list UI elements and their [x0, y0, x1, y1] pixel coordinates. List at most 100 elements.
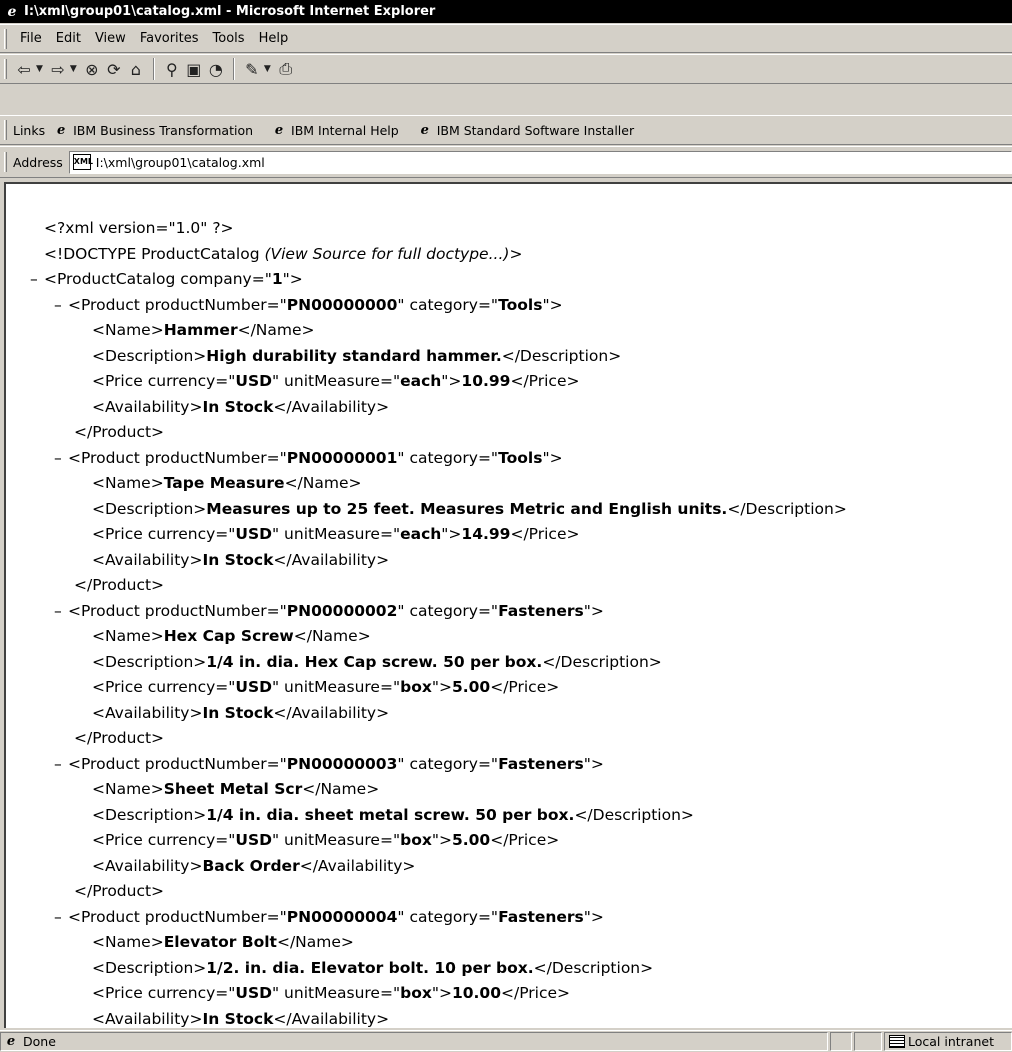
- menu-edit[interactable]: Edit: [49, 31, 88, 46]
- xml-product-close: </Product>: [30, 726, 847, 752]
- xml-name: <Name>Hex Cap Screw</Name>: [30, 624, 847, 650]
- addressbar-grip[interactable]: [4, 152, 7, 172]
- refresh-icon[interactable]: ⟳: [103, 58, 125, 80]
- xml-description: <Description>1/2. in. dia. Elevator bolt…: [30, 956, 847, 982]
- xml-markup: </Availability>: [273, 703, 390, 722]
- history-icon[interactable]: ◔: [205, 58, 227, 80]
- xml-markup: <Price currency=": [92, 372, 236, 390]
- collapse-toggle[interactable]: –: [54, 293, 68, 319]
- menu-help[interactable]: Help: [252, 31, 296, 46]
- print-icon[interactable]: ⎙: [275, 58, 297, 80]
- menu-bar: File Edit View Favorites Tools Help: [0, 24, 1012, 53]
- collapse-toggle[interactable]: –: [54, 752, 68, 778]
- xml-markup: </Description>: [501, 346, 622, 365]
- xml-value: Elevator Bolt: [163, 933, 277, 951]
- xml-price: <Price currency="USD" unitMeasure="each"…: [30, 369, 847, 395]
- stop-icon[interactable]: ⊗: [81, 58, 103, 80]
- status-pane: [854, 1032, 882, 1051]
- xml-markup: <Product productNumber=": [68, 448, 287, 467]
- menubar-grip[interactable]: [4, 28, 7, 49]
- collapse-toggle[interactable]: –: [30, 267, 44, 293]
- xml-markup: ">: [542, 295, 563, 314]
- xml-markup: " unitMeasure=": [272, 831, 401, 849]
- link-ibm-business-transformation[interactable]: e IBM Business Transformation: [53, 122, 253, 138]
- xml-availability: <Availability>In Stock</Availability>: [30, 548, 847, 574]
- zone-label: Local intranet: [908, 1034, 994, 1049]
- xml-markup: <Product productNumber=": [68, 754, 287, 773]
- xml-value: Sheet Metal Scr: [163, 780, 303, 798]
- xml-availability: <Availability>In Stock</Availability>: [30, 701, 847, 727]
- xml-markup: <Availability>: [92, 703, 203, 722]
- address-input[interactable]: XML I:\xml\group01\catalog.xml: [68, 150, 1012, 174]
- xml-markup: </Description>: [533, 958, 654, 977]
- edit-icon[interactable]: ✎: [241, 58, 263, 80]
- xml-markup: <Price currency=": [92, 831, 236, 849]
- xml-markup: ">: [431, 678, 452, 696]
- document-view[interactable]: <?xml version="1.0" ?> <!DOCTYPE Product…: [4, 182, 1012, 1028]
- xml-catalog-open: – <ProductCatalog company="1">: [30, 267, 847, 293]
- xml-value: box: [400, 678, 432, 696]
- xml-markup: </Product>: [74, 423, 165, 441]
- home-icon[interactable]: ⌂: [125, 58, 147, 80]
- xml-product-open: – <Product productNumber="PN00000000" cat…: [30, 293, 847, 319]
- xml-value: 14.99: [461, 525, 511, 543]
- link-ibm-standard-software-installer[interactable]: e IBM Standard Software Installer: [417, 122, 635, 138]
- back-dropdown-icon[interactable]: ▼: [36, 64, 43, 74]
- collapse-toggle[interactable]: –: [54, 599, 68, 625]
- xml-value: USD: [235, 372, 272, 390]
- xml-price: <Price currency="USD" unitMeasure="box">…: [30, 981, 847, 1007]
- collapse-toggle[interactable]: –: [54, 446, 68, 472]
- menu-file[interactable]: File: [13, 31, 49, 46]
- xml-value: Fasteners: [498, 754, 584, 773]
- link-label: IBM Standard Software Installer: [436, 122, 635, 138]
- favorites-icon[interactable]: ▣: [183, 58, 205, 80]
- security-zone: Local intranet: [884, 1032, 1012, 1051]
- xml-value: PN00000002: [286, 601, 398, 620]
- xml-markup: </Availability>: [273, 550, 390, 569]
- toolbar-separator: [152, 58, 155, 80]
- xml-value: In Stock: [202, 550, 274, 569]
- xml-markup: " category=": [397, 907, 499, 926]
- xml-markup: </Name>: [302, 780, 380, 798]
- xml-value: Tape Measure: [163, 474, 285, 492]
- xml-markup: " unitMeasure=": [272, 984, 401, 1002]
- xml-product-open: – <Product productNumber="PN00000003" cat…: [30, 752, 847, 778]
- xml-value: USD: [235, 678, 272, 696]
- link-ibm-internal-help[interactable]: e IBM Internal Help: [271, 122, 399, 138]
- xml-markup: </Price>: [490, 678, 560, 696]
- search-icon[interactable]: ⚲: [161, 58, 183, 80]
- address-value[interactable]: I:\xml\group01\catalog.xml: [96, 155, 265, 170]
- xml-price: <Price currency="USD" unitMeasure="box">…: [30, 828, 847, 854]
- linksbar-grip[interactable]: [4, 120, 7, 140]
- menu-tools[interactable]: Tools: [206, 31, 252, 46]
- window-title: I:\xml\group01\catalog.xml - Microsoft I…: [24, 4, 436, 19]
- xml-value: PN00000000: [286, 295, 398, 314]
- forward-dropdown-icon[interactable]: ▼: [70, 64, 77, 74]
- xml-markup: <Availability>: [92, 550, 203, 569]
- xml-markup: ">: [542, 448, 563, 467]
- xml-availability: <Availability>In Stock</Availability>: [30, 1007, 847, 1029]
- xml-description: <Description>1/4 in. dia. Hex Cap screw.…: [30, 650, 847, 676]
- ie-page-icon: e: [274, 122, 284, 138]
- xml-markup: </Name>: [293, 627, 371, 645]
- links-bar: Links e IBM Business Transformation e IB…: [0, 115, 1012, 145]
- xml-price: <Price currency="USD" unitMeasure="each"…: [30, 522, 847, 548]
- menu-view[interactable]: View: [88, 31, 133, 46]
- menu-favorites[interactable]: Favorites: [133, 31, 206, 46]
- xml-value: Tools: [498, 295, 543, 314]
- xml-markup: <Description>: [92, 652, 207, 671]
- edit-dropdown-icon[interactable]: ▼: [264, 64, 271, 74]
- xml-value: PN00000003: [286, 754, 398, 773]
- toolbar-grip[interactable]: [4, 59, 7, 79]
- forward-icon[interactable]: ⇨: [47, 58, 69, 80]
- xml-product-close: </Product>: [30, 420, 847, 446]
- status-pane: [830, 1032, 852, 1051]
- xml-markup: </Availability>: [273, 1009, 390, 1028]
- xml-value: box: [400, 984, 432, 1002]
- xml-value: Tools: [498, 448, 543, 467]
- ie-logo-icon: e: [7, 3, 17, 20]
- xml-markup: ">: [431, 831, 452, 849]
- collapse-toggle[interactable]: –: [54, 905, 68, 931]
- back-icon[interactable]: ⇦: [13, 58, 35, 80]
- xml-markup: <Name>: [92, 474, 164, 492]
